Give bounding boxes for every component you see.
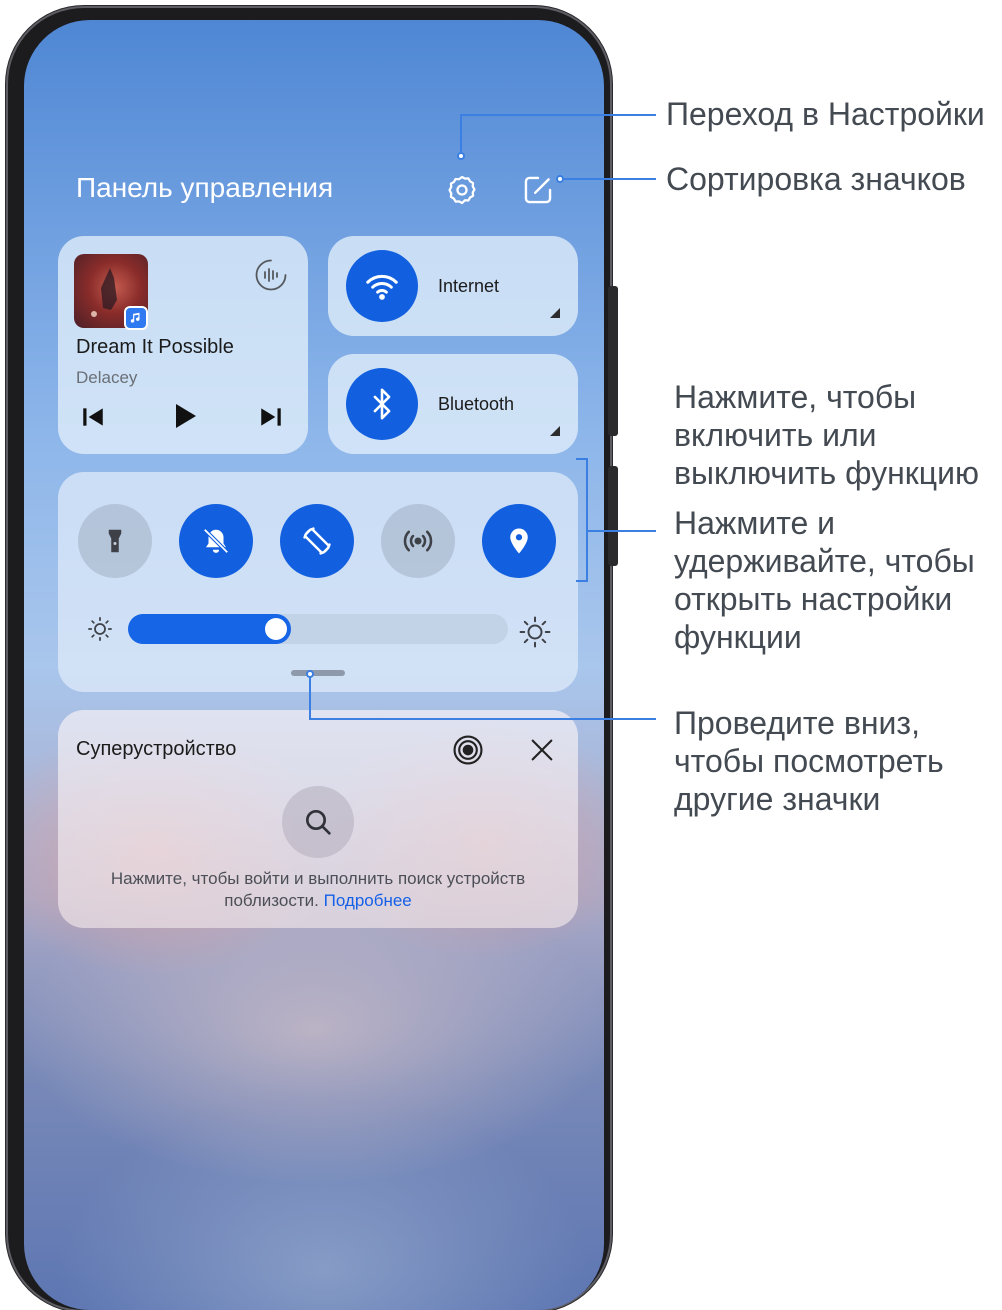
- brightness-slider[interactable]: [128, 614, 508, 644]
- annotation-settings: Переход в Настройки: [666, 96, 985, 132]
- bell-off-icon[interactable]: [179, 504, 253, 578]
- screen: Панель управления Dream It Possible Dela…: [24, 20, 604, 1310]
- super-device-title: Суперустройство: [76, 738, 237, 760]
- callout-bracket-top: [576, 458, 588, 460]
- callout-line-swipe-v: [309, 676, 311, 720]
- callout-dot-sort: [556, 175, 564, 183]
- internet-tile[interactable]: Internet: [328, 236, 578, 336]
- super-device-hint-text: Нажмите, чтобы войти и выполнить поиск у…: [110, 869, 526, 910]
- flashlight-icon[interactable]: [78, 504, 152, 578]
- annotation-swipe-down: Проведите вниз, чтобы посмотреть другие …: [674, 705, 944, 817]
- play-icon[interactable]: [168, 400, 200, 437]
- brightness-high-icon: [518, 615, 552, 654]
- edit-square-icon[interactable]: [518, 170, 558, 210]
- super-device-card: Суперустройство Нажмите, чтобы войти и в…: [58, 710, 578, 928]
- bluetooth-icon[interactable]: [346, 368, 418, 440]
- song-artist: Delacey: [76, 368, 138, 387]
- phone-frame: Панель управления Dream It Possible Dela…: [6, 6, 618, 1310]
- super-device-hint: Нажмите, чтобы войти и выполнить поиск у…: [98, 868, 538, 912]
- next-track-icon[interactable]: [258, 404, 284, 435]
- brightness-handle[interactable]: [265, 618, 287, 640]
- quick-toggles-card: [58, 472, 578, 692]
- search-icon[interactable]: [282, 786, 354, 858]
- callout-line-swipe-h: [309, 718, 656, 720]
- callout-bracket-bottom: [576, 580, 588, 582]
- callout-dot-settings: [457, 152, 465, 160]
- internet-label: Internet: [438, 276, 500, 296]
- callout-line-settings-h: [460, 114, 656, 116]
- callout-line-toggle: [588, 530, 656, 532]
- close-icon[interactable]: [522, 730, 562, 770]
- rotate-icon[interactable]: [280, 504, 354, 578]
- panel-title: Панель управления: [76, 172, 334, 203]
- music-card[interactable]: Dream It Possible Delacey: [58, 236, 308, 454]
- previous-track-icon[interactable]: [80, 404, 106, 435]
- annotation-hold-settings: Нажмите и удерживайте, чтобы открыть нас…: [674, 505, 975, 655]
- callout-line-sort: [560, 178, 656, 180]
- target-icon[interactable]: [448, 730, 488, 770]
- gear-icon[interactable]: [442, 170, 482, 210]
- location-pin-icon[interactable]: [482, 504, 556, 578]
- power-button: [608, 466, 618, 566]
- music-note-icon: [124, 306, 148, 330]
- volume-button: [608, 286, 618, 436]
- annotation-tap-toggle: Нажмите, чтобы включить или выключить фу…: [674, 379, 979, 491]
- expand-corner-icon: [550, 426, 560, 436]
- bluetooth-label: Bluetooth: [438, 394, 515, 414]
- brightness-low-icon: [86, 615, 114, 648]
- annotation-sort-icons: Сортировка значков: [666, 161, 966, 197]
- hotspot-icon[interactable]: [381, 504, 455, 578]
- expand-drag-handle[interactable]: [291, 670, 345, 676]
- audio-wave-icon[interactable]: [254, 258, 288, 297]
- song-title: Dream It Possible: [76, 336, 234, 358]
- callout-bracket-v: [586, 458, 588, 582]
- expand-corner-icon: [550, 308, 560, 318]
- wifi-icon[interactable]: [346, 250, 418, 322]
- learn-more-link[interactable]: Подробнее: [324, 891, 412, 910]
- bluetooth-tile[interactable]: Bluetooth: [328, 354, 578, 454]
